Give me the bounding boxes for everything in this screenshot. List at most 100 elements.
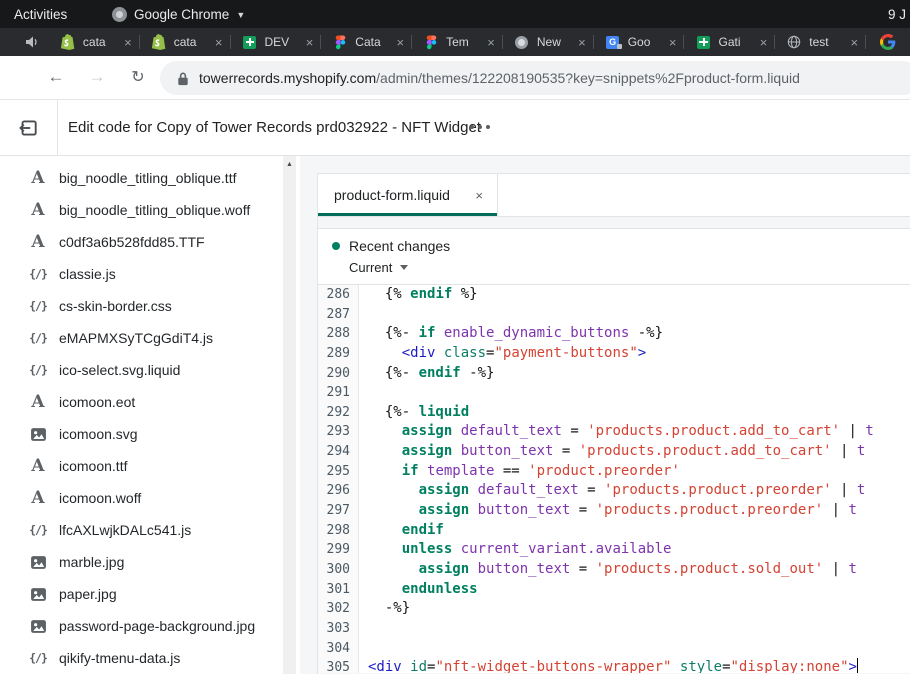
code-line[interactable]: 292 {%- liquid bbox=[318, 403, 910, 423]
browser-tab[interactable]: Gati× bbox=[683, 28, 774, 56]
code-line[interactable]: 293 assign default_text = 'products.prod… bbox=[318, 422, 910, 442]
tab-close-icon[interactable]: × bbox=[306, 36, 314, 49]
font-file-icon: A bbox=[28, 168, 48, 188]
browser-tab[interactable]: GGoo× bbox=[593, 28, 684, 56]
exit-code-editor-button[interactable] bbox=[16, 116, 40, 140]
browser-tab[interactable]: Cata× bbox=[320, 28, 411, 56]
code-token: "display:none" bbox=[731, 659, 849, 673]
browser-toolbar: ← → ↻ towerrecords.myshopify.com/admin/t… bbox=[0, 56, 910, 100]
tab-close-icon[interactable]: × bbox=[397, 36, 405, 49]
line-number: 286 bbox=[318, 285, 359, 305]
tab-close-icon[interactable]: × bbox=[760, 36, 768, 49]
code-token: endif bbox=[410, 286, 452, 302]
forward-button[interactable]: → bbox=[86, 67, 108, 87]
back-button[interactable]: ← bbox=[45, 67, 67, 87]
app-menu-button[interactable]: Google Chrome ▼ bbox=[112, 7, 245, 22]
sidebar-scrollbar[interactable]: ▲ bbox=[283, 156, 296, 674]
code-line[interactable]: 300 assign button_text = 'products.produ… bbox=[318, 560, 910, 580]
address-bar[interactable]: towerrecords.myshopify.com/admin/themes/… bbox=[160, 61, 910, 95]
code-line[interactable]: 296 assign default_text = 'products.prod… bbox=[318, 481, 910, 501]
file-item[interactable]: {/}eMAPMXSyTCgGdiT4.js bbox=[0, 322, 283, 354]
code-line[interactable]: 289 <div class="payment-buttons"> bbox=[318, 344, 910, 364]
figma-icon bbox=[332, 34, 348, 50]
file-item[interactable]: {/}qikify-tmenu-data.js bbox=[0, 642, 283, 674]
activities-button[interactable]: Activities bbox=[14, 7, 67, 22]
code-line[interactable]: 305<div id="nft-widget-buttons-wrapper" … bbox=[318, 658, 910, 673]
browser-tab[interactable]: cata× bbox=[48, 28, 139, 56]
code-token: <div bbox=[368, 659, 402, 673]
file-item[interactable]: {/}classie.js bbox=[0, 258, 283, 290]
browser-tab[interactable] bbox=[865, 28, 910, 56]
code-line[interactable]: 299 unless current_variant.available bbox=[318, 540, 910, 560]
code-line[interactable]: 294 assign button_text = 'products.produ… bbox=[318, 442, 910, 462]
file-item[interactable]: Abig_noodle_titling_oblique.woff bbox=[0, 194, 283, 226]
code-line[interactable]: 288 {%- if enable_dynamic_buttons -%} bbox=[318, 324, 910, 344]
chrome-logo-icon bbox=[112, 7, 127, 22]
code-file-icon: {/} bbox=[28, 264, 48, 284]
file-name: paper.jpg bbox=[59, 586, 117, 602]
code-token: default_text bbox=[461, 423, 562, 439]
file-item[interactable]: Abig_noodle_titling_oblique.ttf bbox=[0, 162, 283, 194]
code-line[interactable]: 304 bbox=[318, 639, 910, 659]
tab-close-icon[interactable]: × bbox=[578, 36, 586, 49]
code-token: | bbox=[840, 423, 865, 439]
file-item[interactable]: {/}lfcAXLwjkDALc541.js bbox=[0, 514, 283, 546]
browser-tab[interactable]: test× bbox=[774, 28, 865, 56]
file-item[interactable]: marble.jpg bbox=[0, 546, 283, 578]
code-token: if bbox=[402, 463, 419, 479]
editor-tab-product-form[interactable]: product-form.liquid × bbox=[318, 174, 498, 216]
file-item[interactable]: icomoon.svg bbox=[0, 418, 283, 450]
tab-close-icon[interactable]: × bbox=[487, 36, 495, 49]
file-item[interactable]: paper.jpg bbox=[0, 578, 283, 610]
tab-close-icon[interactable]: × bbox=[850, 36, 858, 49]
code-token: assign bbox=[419, 482, 470, 498]
code-line[interactable]: 302 -%} bbox=[318, 599, 910, 619]
code-line[interactable]: 297 assign button_text = 'products.produ… bbox=[318, 501, 910, 521]
code-token: == bbox=[494, 463, 528, 479]
code-token bbox=[452, 423, 460, 439]
page-title: Edit code for Copy of Tower Records prd0… bbox=[68, 119, 481, 136]
file-item[interactable]: Aicomoon.woff bbox=[0, 482, 283, 514]
sheets-icon bbox=[242, 34, 258, 50]
browser-tab[interactable]: Tem× bbox=[411, 28, 502, 56]
code-line[interactable]: 291 bbox=[318, 383, 910, 403]
scroll-up-button[interactable]: ▲ bbox=[283, 156, 296, 172]
code-token: if bbox=[419, 325, 436, 341]
lock-icon[interactable] bbox=[177, 71, 189, 86]
code-line[interactable]: 301 endunless bbox=[318, 580, 910, 600]
code-line[interactable]: 287 bbox=[318, 305, 910, 325]
code-line[interactable]: 303 bbox=[318, 619, 910, 639]
tab-title: cata bbox=[174, 35, 208, 49]
editor-tab-close-icon[interactable]: × bbox=[475, 188, 483, 203]
tab-close-icon[interactable]: × bbox=[669, 36, 677, 49]
code-token bbox=[435, 345, 443, 361]
code-token: = bbox=[570, 502, 595, 518]
code-line[interactable]: 298 endif bbox=[318, 521, 910, 541]
code-token bbox=[368, 423, 402, 439]
more-actions-button[interactable] bbox=[470, 125, 490, 129]
code-token bbox=[368, 443, 402, 459]
tab-close-icon[interactable]: × bbox=[215, 36, 223, 49]
browser-tab[interactable]: New× bbox=[502, 28, 593, 56]
code-token bbox=[469, 482, 477, 498]
browser-tab[interactable]: DEV× bbox=[230, 28, 321, 56]
file-item[interactable]: {/}ico-select.svg.liquid bbox=[0, 354, 283, 386]
file-item[interactable]: {/}cs-skin-border.css bbox=[0, 290, 283, 322]
file-item[interactable]: Ac0df3a6b528fdd85.TTF bbox=[0, 226, 283, 258]
tab-close-icon[interactable]: × bbox=[124, 36, 132, 49]
line-number: 301 bbox=[318, 580, 359, 600]
file-item[interactable]: password-page-background.jpg bbox=[0, 610, 283, 642]
version-dropdown[interactable]: Current bbox=[349, 260, 910, 275]
browser-tab[interactable]: cata × bbox=[139, 28, 230, 56]
code-token bbox=[452, 443, 460, 459]
code-token: > bbox=[638, 345, 646, 361]
code-editor[interactable]: 286 {% endif %}287288 {%- if enable_dyna… bbox=[318, 285, 910, 673]
code-token: 'products.product.preorder' bbox=[596, 502, 824, 518]
system-clock[interactable]: 9 J bbox=[888, 7, 906, 22]
reload-button[interactable]: ↻ bbox=[127, 67, 149, 87]
code-line[interactable]: 290 {%- endif -%} bbox=[318, 364, 910, 384]
file-item[interactable]: Aicomoon.eot bbox=[0, 386, 283, 418]
code-line[interactable]: 295 if template == 'product.preorder' bbox=[318, 462, 910, 482]
file-item[interactable]: Aicomoon.ttf bbox=[0, 450, 283, 482]
code-line[interactable]: 286 {% endif %} bbox=[318, 285, 910, 305]
